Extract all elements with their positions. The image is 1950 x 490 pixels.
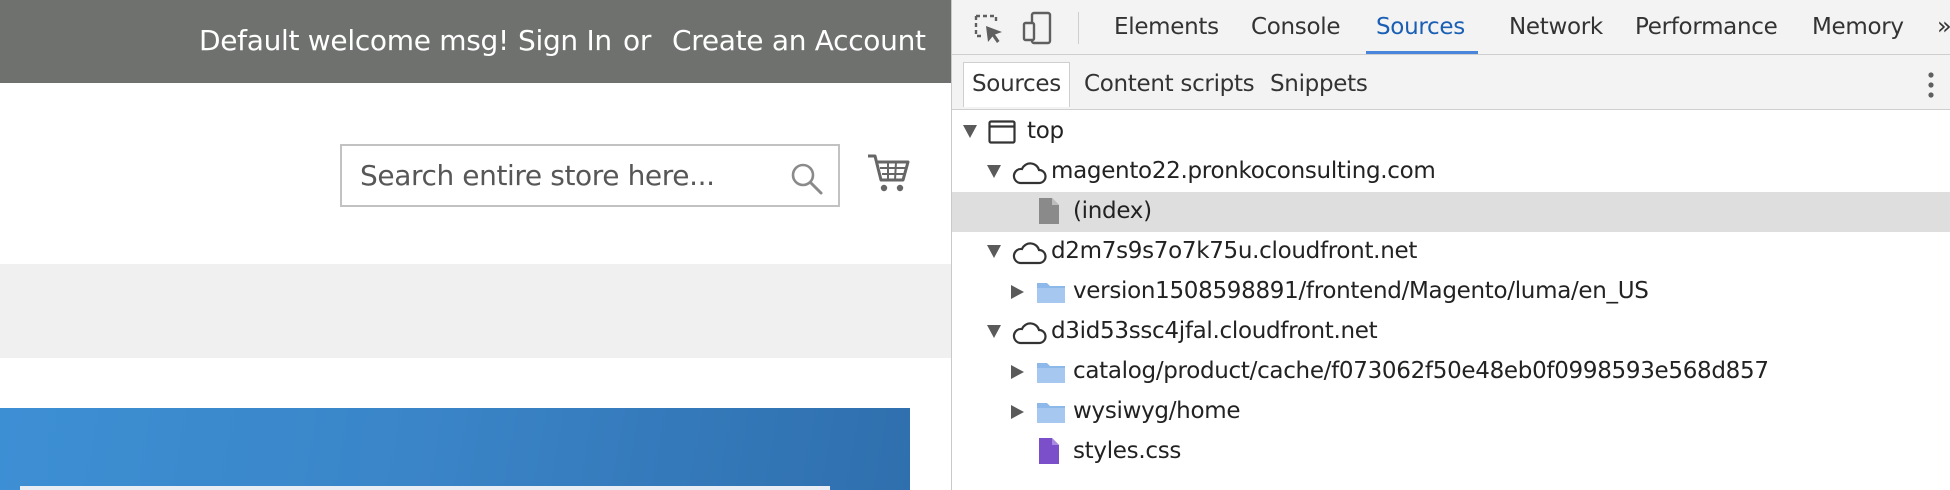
- toolbar-separator: [1078, 12, 1079, 44]
- tree-node-origin[interactable]: d2m7s9s7o7k75u.cloudfront.net: [952, 232, 1950, 272]
- inspect-element-icon[interactable]: [970, 10, 1006, 46]
- search-input[interactable]: [360, 146, 760, 205]
- devtools-toolbar: Elements Console Sources Network Perform…: [952, 0, 1950, 55]
- tab-network[interactable]: Network: [1509, 14, 1603, 40]
- cloud-icon: [1012, 242, 1047, 265]
- tree-node-label: version1508598891/frontend/Magento/luma/…: [1073, 278, 1649, 304]
- cloud-icon: [1012, 162, 1047, 185]
- subtab-snippets[interactable]: Snippets: [1270, 71, 1368, 97]
- tree-node-label: top: [1027, 118, 1064, 144]
- tab-console[interactable]: Console: [1251, 14, 1341, 40]
- tree-node-folder[interactable]: wysiwyg/home: [952, 392, 1950, 432]
- tab-performance[interactable]: Performance: [1635, 14, 1778, 40]
- tree-node-file[interactable]: styles.css: [952, 432, 1950, 472]
- devtools-panel: Elements Console Sources Network Perform…: [951, 0, 1950, 490]
- tree-node-label: d3id53ssc4jfal.cloudfront.net: [1051, 318, 1378, 344]
- store-page: Default welcome msg! Sign In or Create a…: [0, 0, 951, 490]
- hero-banner[interactable]: [0, 408, 910, 490]
- tree-node-label: (index): [1073, 198, 1152, 224]
- expand-arrow-icon[interactable]: [987, 325, 1001, 338]
- banner-content-edge: [20, 486, 830, 490]
- collapse-arrow-icon[interactable]: [1011, 405, 1024, 419]
- frame-icon: [988, 120, 1016, 144]
- cloud-icon: [1012, 322, 1047, 345]
- more-tabs-chevron-icon[interactable]: »: [1937, 12, 1950, 40]
- expand-arrow-icon[interactable]: [987, 245, 1001, 258]
- tree-node-file-selected[interactable]: (index): [952, 192, 1950, 232]
- or-text: or: [623, 24, 652, 57]
- tree-node-label: styles.css: [1073, 438, 1182, 464]
- tab-elements[interactable]: Elements: [1114, 14, 1219, 40]
- tree-node-folder[interactable]: catalog/product/cache/f073062f50e48eb0f0…: [952, 352, 1950, 392]
- tree-node-label: magento22.pronkoconsulting.com: [1051, 158, 1436, 184]
- expand-arrow-icon[interactable]: [987, 165, 1001, 178]
- subtab-content-scripts[interactable]: Content scripts: [1084, 71, 1255, 97]
- sources-sub-toolbar: Sources Content scripts Snippets: [952, 55, 1950, 110]
- collapse-arrow-icon[interactable]: [1011, 365, 1024, 379]
- folder-icon: [1037, 403, 1065, 423]
- tree-node-label: d2m7s9s7o7k75u.cloudfront.net: [1051, 238, 1418, 264]
- tree-node-label: wysiwyg/home: [1073, 398, 1241, 424]
- tab-memory[interactable]: Memory: [1812, 14, 1904, 40]
- document-file-icon: [1039, 198, 1059, 224]
- collapse-arrow-icon[interactable]: [1011, 285, 1024, 299]
- more-options-icon[interactable]: [1927, 72, 1935, 98]
- cart-icon[interactable]: [866, 150, 910, 194]
- css-file-icon: [1039, 438, 1059, 464]
- tree-node-origin[interactable]: magento22.pronkoconsulting.com: [952, 152, 1950, 192]
- device-toolbar-icon[interactable]: [1020, 10, 1056, 46]
- sign-in-link[interactable]: Sign In: [518, 24, 612, 57]
- folder-icon: [1037, 363, 1065, 383]
- expand-arrow-icon[interactable]: [963, 125, 977, 138]
- welcome-message: Default welcome msg!: [199, 24, 509, 57]
- folder-icon: [1037, 283, 1065, 303]
- active-tab-indicator: [1366, 51, 1478, 54]
- search-icon[interactable]: [789, 161, 825, 197]
- tree-node-top[interactable]: top: [952, 112, 1950, 152]
- navigation-bar: [0, 264, 951, 358]
- tree-node-origin[interactable]: d3id53ssc4jfal.cloudfront.net: [952, 312, 1950, 352]
- tree-node-label: catalog/product/cache/f073062f50e48eb0f0…: [1073, 358, 1769, 384]
- search-box: [340, 144, 840, 207]
- create-account-link[interactable]: Create an Account: [672, 24, 926, 57]
- subtab-sources[interactable]: Sources: [972, 71, 1061, 97]
- tab-sources[interactable]: Sources: [1376, 14, 1465, 40]
- store-header: Default welcome msg! Sign In or Create a…: [0, 0, 951, 83]
- tree-node-folder[interactable]: version1508598891/frontend/Magento/luma/…: [952, 272, 1950, 312]
